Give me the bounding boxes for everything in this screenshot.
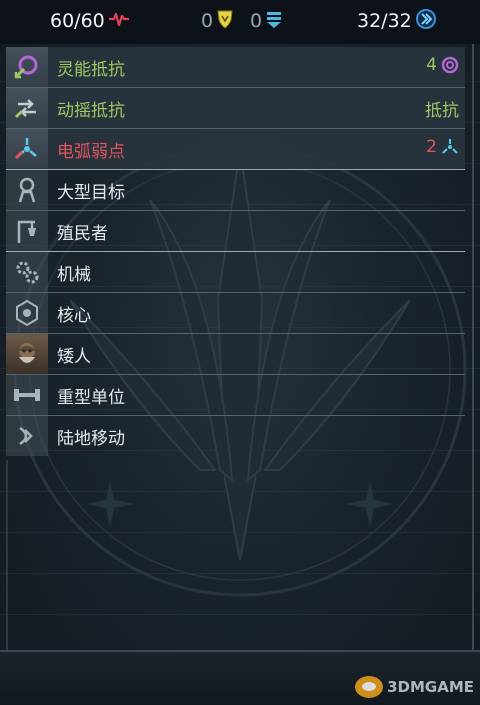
- arc-small-icon: [442, 139, 458, 154]
- resistance-label: 动摇抵抗: [57, 101, 125, 121]
- core-icon: [6, 293, 48, 333]
- trait-row-large-target[interactable]: 大型目标: [6, 170, 465, 210]
- trait-label: 陆地移动: [57, 429, 125, 449]
- site-watermark: 3DMGAME: [355, 676, 474, 698]
- armor-stat: 0: [201, 8, 234, 34]
- shield-value: 0: [250, 10, 263, 32]
- trait-row-core[interactable]: 核心: [6, 293, 465, 333]
- watermark-logo-icon: [355, 676, 384, 698]
- trait-label: 大型目标: [57, 183, 125, 203]
- resistance-label: 电弧弱点: [57, 142, 125, 162]
- trait-row-colonist[interactable]: 殖民者: [6, 211, 465, 251]
- psionic-icon: [6, 47, 48, 87]
- dwarf-icon: [6, 334, 48, 374]
- trait-row-mechanical[interactable]: 机械: [6, 252, 465, 292]
- arc-icon: [6, 129, 48, 169]
- trait-label: 机械: [57, 265, 91, 285]
- health-value: 60/60: [50, 10, 105, 32]
- large-target-icon: [6, 170, 48, 210]
- trait-row-dwarf[interactable]: 矮人: [6, 334, 465, 374]
- frame-left: [6, 460, 8, 660]
- resistance-value: 4: [426, 55, 459, 75]
- stat-bar: 60/60 0 0 32/32: [0, 0, 480, 44]
- health-stat: 60/60: [50, 8, 130, 34]
- trait-label: 重型单位: [57, 388, 125, 408]
- trait-label: 殖民者: [57, 224, 108, 244]
- resistance-value: 2: [426, 137, 459, 157]
- colonist-icon: [6, 211, 48, 251]
- resistance-value: 抵抗: [425, 101, 459, 121]
- bottom-edge: [0, 650, 480, 652]
- heavy-unit-icon: [6, 375, 48, 415]
- armor-value: 0: [201, 10, 214, 32]
- armor-shield-icon: [216, 9, 234, 34]
- energy-icon: [415, 8, 437, 35]
- trait-label: 矮人: [57, 347, 91, 367]
- mechanical-icon: [6, 252, 48, 292]
- shield-stat: 0: [250, 8, 283, 34]
- energy-stat: 32/32: [357, 8, 437, 34]
- resistance-label: 灵能抵抗: [57, 60, 125, 80]
- energy-value: 32/32: [357, 10, 412, 32]
- stagger-icon: [6, 88, 48, 128]
- shield-layers-icon: [265, 9, 283, 34]
- trait-row-ground-movement[interactable]: 陆地移动: [6, 416, 465, 456]
- resistance-row-stagger[interactable]: 动摇抵抗 抵抗: [6, 88, 465, 128]
- frame-right: [472, 0, 474, 650]
- trait-row-heavy-unit[interactable]: 重型单位: [6, 375, 465, 415]
- heartbeat-icon: [108, 10, 130, 33]
- trait-label: 核心: [57, 306, 91, 326]
- resistance-row-psionic[interactable]: 灵能抵抗 4: [6, 47, 465, 87]
- psionic-small-icon: [441, 56, 459, 74]
- ground-movement-icon: [6, 416, 48, 456]
- resistance-row-arc[interactable]: 电弧弱点 2: [6, 129, 465, 169]
